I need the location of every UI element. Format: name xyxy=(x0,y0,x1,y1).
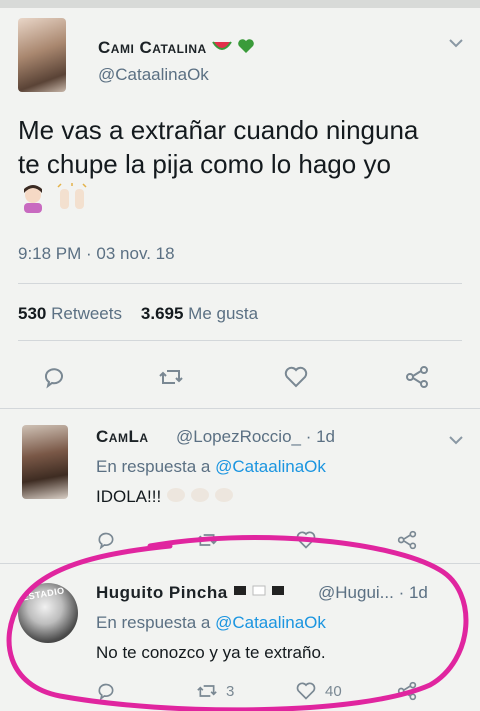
flag-emoji-icon xyxy=(233,584,285,604)
share-button[interactable] xyxy=(396,525,418,555)
divider xyxy=(18,340,462,341)
avatar[interactable]: ESTADIO xyxy=(18,583,78,643)
share-icon xyxy=(406,366,428,388)
retweets-stat[interactable]: 530 Retweets xyxy=(18,304,122,323)
tweet-text: Me vas a extrañar cuando ninguna te chup… xyxy=(18,113,463,221)
top-edge xyxy=(0,0,480,8)
share-icon xyxy=(397,681,417,701)
like-count: 40 xyxy=(325,682,342,700)
divider xyxy=(0,563,480,564)
retweet-icon xyxy=(197,534,217,546)
reply-handle[interactable]: @LopezRoccio_ · 1d xyxy=(176,427,335,447)
watermelon-emoji-icon xyxy=(212,39,232,59)
reply-handle[interactable]: @Hugui... · 1d xyxy=(318,583,428,603)
likes-stat[interactable]: 3.695 Me gusta xyxy=(141,304,258,323)
reply-button[interactable] xyxy=(96,525,116,555)
reply-button[interactable] xyxy=(42,362,66,392)
green-heart-icon xyxy=(237,38,255,59)
tweet-timestamp[interactable]: 9:18 PM · 03 nov. 18 xyxy=(18,244,175,264)
reply-display-name[interactable]: CamLa xyxy=(96,427,149,447)
retweet-icon xyxy=(159,370,183,384)
heart-icon xyxy=(284,366,308,388)
retweet-button[interactable]: 3 xyxy=(196,676,234,706)
reply-actions xyxy=(0,525,480,555)
reply-icon xyxy=(98,683,114,701)
reply-icon xyxy=(98,532,114,550)
retweet-button[interactable] xyxy=(196,525,218,555)
retweet-button[interactable] xyxy=(158,362,184,392)
reply-actions: 3 40 xyxy=(0,676,480,706)
reply-icon xyxy=(45,368,63,389)
like-button[interactable] xyxy=(295,525,317,555)
reply-to-link[interactable]: @CataalinaOk xyxy=(215,613,326,632)
divider xyxy=(0,408,480,409)
like-button[interactable] xyxy=(283,362,309,392)
reply-to-link[interactable]: @CataalinaOk xyxy=(215,457,326,476)
retweet-icon xyxy=(197,685,217,697)
heart-icon xyxy=(296,531,316,549)
woman-gesturing-no-emoji-icon xyxy=(18,183,48,221)
chevron-down-icon[interactable] xyxy=(448,432,464,450)
raising-hands-emoji-icon xyxy=(55,183,89,221)
like-button[interactable]: 40 xyxy=(295,676,342,706)
avatar[interactable] xyxy=(22,425,68,499)
divider xyxy=(18,283,462,284)
share-icon xyxy=(397,530,417,550)
avatar[interactable] xyxy=(18,18,66,92)
tweet-actions xyxy=(0,362,480,392)
tweet-stats: 530 Retweets 3.695 Me gusta xyxy=(18,304,258,324)
reply-display-name[interactable]: Huguito Pincha xyxy=(96,583,285,604)
avatar-text: ESTADIO xyxy=(21,585,66,603)
display-name[interactable]: Cami Catalina xyxy=(98,38,255,59)
retweet-count: 3 xyxy=(226,682,235,700)
reply-button[interactable] xyxy=(96,676,116,706)
share-button[interactable] xyxy=(404,362,430,392)
chevron-down-icon[interactable] xyxy=(448,35,464,53)
share-button[interactable] xyxy=(396,676,418,706)
in-reply-to: En respuesta a @CataalinaOk xyxy=(96,613,326,632)
reply-text: IDOLA!!! xyxy=(96,486,236,509)
clapping-hands-emoji-icon xyxy=(166,486,236,509)
heart-icon xyxy=(296,682,316,700)
user-handle[interactable]: @CataalinaOk xyxy=(98,65,209,85)
reply-text: No te conozco y ya te extraño. xyxy=(96,643,326,662)
in-reply-to: En respuesta a @CataalinaOk xyxy=(96,457,326,476)
